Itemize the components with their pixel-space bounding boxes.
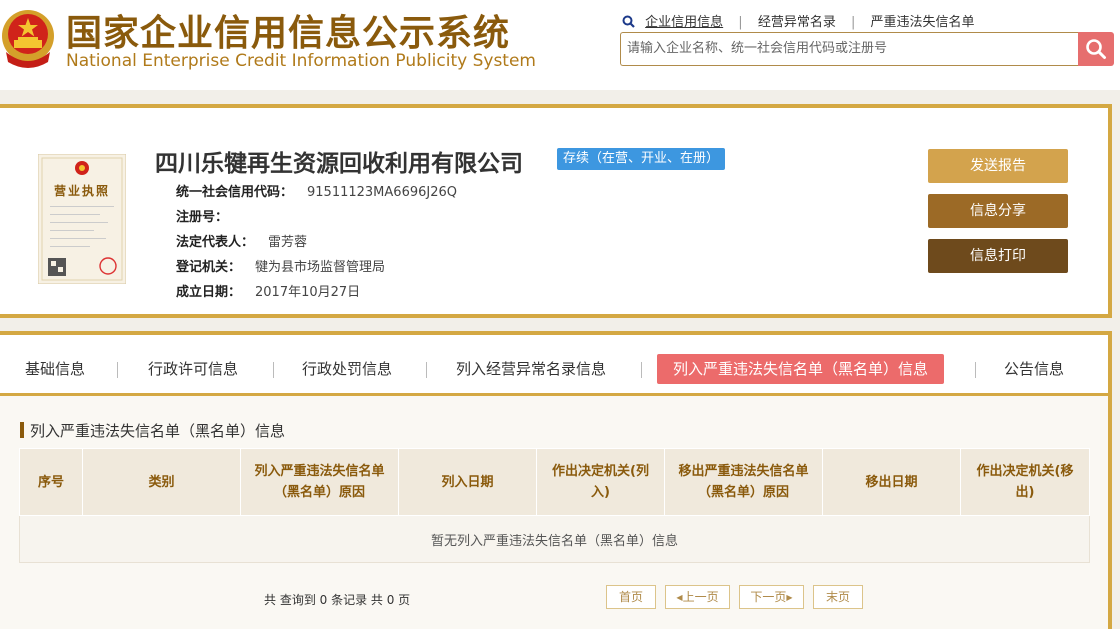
tab-blacklist[interactable]: 列入严重违法失信名单（黑名单）信息: [657, 354, 945, 384]
tab-separator: [117, 362, 118, 378]
search-button[interactable]: [1078, 32, 1114, 66]
prev-page-button[interactable]: ◀上一页: [665, 585, 730, 609]
site-title: 国家企业信用信息公示系统: [66, 13, 511, 54]
info-value: 91511123MA6696J26Q: [307, 185, 457, 200]
prev-page-label: 上一页: [682, 590, 719, 604]
info-credit-code: 统一社会信用代码： 91511123MA6696J26Q: [176, 181, 457, 200]
print-info-button[interactable]: 信息打印: [928, 239, 1068, 273]
table-header-row: 序号 类别 列入严重违法失信名单（黑名单）原因 列入日期 作出决定机关(列入) …: [19, 448, 1090, 516]
info-label: 法定代表人：: [176, 235, 255, 250]
national-emblem-icon: [2, 10, 54, 68]
search-box: [620, 32, 1078, 66]
search-icon: [622, 15, 635, 28]
tab-separator: [426, 362, 427, 378]
blacklist-table: 序号 类别 列入严重违法失信名单（黑名单）原因 列入日期 作出决定机关(列入) …: [19, 448, 1090, 563]
info-label: 成立日期：: [176, 285, 242, 300]
nav-separator: |: [738, 15, 743, 30]
first-page-button[interactable]: 首页: [606, 585, 656, 609]
info-reg-number: 注册号：: [176, 206, 242, 225]
site-header: 国家企业信用信息公示系统 National Enterprise Credit …: [0, 0, 1120, 90]
section-title-text: 列入严重违法失信名单（黑名单）信息: [30, 422, 286, 440]
magnifier-icon: [1086, 39, 1106, 59]
col-header-category: 类别: [82, 448, 241, 516]
info-value: 雷芳蓉: [268, 235, 308, 250]
nav-blacklist[interactable]: 严重违法失信名单: [871, 15, 975, 30]
pager-info: 共 查询到 0 条记录 共 0 页: [264, 593, 411, 607]
search-input[interactable]: [621, 33, 1073, 63]
info-value: 2017年10月27日: [255, 285, 361, 300]
info-established: 成立日期： 2017年10月27日: [176, 281, 360, 300]
tab-separator: [273, 362, 274, 378]
info-label: 登记机关：: [176, 260, 242, 275]
status-badge: 存续（在营、开业、在册）: [557, 148, 726, 170]
next-page-button[interactable]: 下一页▶: [739, 585, 804, 609]
col-header-remove-date: 移出日期: [822, 448, 961, 516]
col-header-remove-reason: 移出严重违法失信名单（黑名单）原因: [664, 448, 823, 516]
col-header-list-authority: 作出决定机关(列入): [536, 448, 665, 516]
main-panel: 基础信息 行政许可信息 行政处罚信息 列入经营异常名录信息 列入严重违法失信名单…: [0, 331, 1112, 629]
tab-basic-info[interactable]: 基础信息: [25, 354, 85, 384]
section-title: 列入严重违法失信名单（黑名单）信息: [20, 420, 285, 441]
col-header-index: 序号: [19, 448, 83, 516]
nav-abnormal-list[interactable]: 经营异常名录: [758, 15, 836, 30]
table-row: 暂无列入严重违法失信名单（黑名单）信息: [19, 515, 1090, 563]
info-legal-rep: 法定代表人： 雷芳蓉: [176, 231, 307, 250]
business-license-image: 营业执照: [37, 153, 127, 285]
tab-admin-penalty[interactable]: 行政处罚信息: [302, 354, 392, 384]
tab-announcements[interactable]: 公告信息: [1004, 354, 1064, 384]
info-value: 犍为县市场监督管理局: [255, 260, 386, 275]
company-name: 四川乐犍再生资源回收利用有限公司: [155, 151, 523, 177]
col-header-remove-authority: 作出决定机关(移出): [960, 448, 1090, 516]
last-page-button[interactable]: 末页: [813, 585, 863, 609]
col-header-list-date: 列入日期: [398, 448, 537, 516]
tab-separator: [641, 362, 642, 378]
send-report-button[interactable]: 发送报告: [928, 149, 1068, 183]
info-authority: 登记机关： 犍为县市场监督管理局: [176, 256, 385, 275]
company-card: 营业执照 四川乐犍再生资源回收利用有限公司 存续（在营、开业、在册） 统一社会信…: [0, 104, 1112, 318]
tab-abnormal-list[interactable]: 列入经营异常名录信息: [456, 354, 606, 384]
empty-message: 暂无列入严重违法失信名单（黑名单）信息: [19, 515, 1090, 563]
site-subtitle: National Enterprise Credit Information P…: [66, 51, 536, 71]
tab-bar: 基础信息 行政许可信息 行政处罚信息 列入经营异常名录信息 列入严重违法失信名单…: [0, 335, 1108, 396]
top-nav: 企业信用信息 | 经营异常名录 | 严重违法失信名单: [622, 11, 975, 30]
nav-enterprise-credit[interactable]: 企业信用信息: [645, 15, 723, 30]
license-title: 营业执照: [53, 184, 110, 198]
tab-admin-license[interactable]: 行政许可信息: [148, 354, 238, 384]
business-license-icon: [37, 153, 127, 285]
tab-separator: [975, 362, 976, 378]
section-title-bar: [20, 422, 24, 438]
info-label: 统一社会信用代码：: [176, 185, 294, 200]
info-label: 注册号：: [176, 210, 229, 225]
share-info-button[interactable]: 信息分享: [928, 194, 1068, 228]
blacklist-section: 列入严重违法失信名单（黑名单）信息 序号 类别 列入严重违法失信名单（黑名单）原…: [0, 396, 1108, 629]
nav-separator: |: [850, 15, 856, 30]
col-header-list-reason: 列入严重违法失信名单（黑名单）原因: [240, 448, 399, 516]
chevron-right-icon: ▶: [786, 593, 793, 602]
next-page-label: 下一页: [750, 590, 787, 604]
